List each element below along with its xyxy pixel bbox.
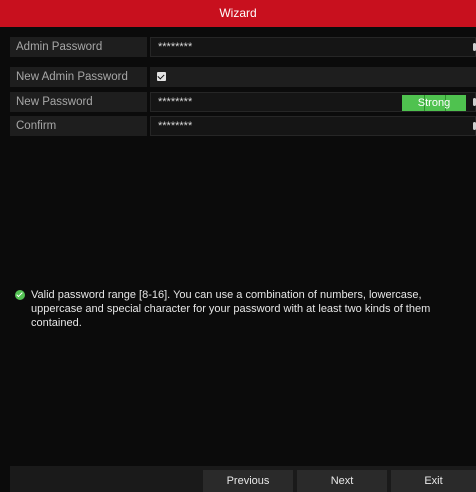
password-hint-text: Valid password range [8-16]. You can use… (31, 289, 431, 329)
new-password-label: New Password (10, 92, 147, 112)
new-admin-password-label: New Admin Password (10, 67, 147, 87)
confirm-label: Confirm (10, 116, 147, 136)
password-hint: Valid password range [8-16]. You can use… (15, 288, 465, 330)
new-admin-password-checkbox[interactable] (157, 72, 166, 81)
admin-password-label: Admin Password (10, 37, 147, 57)
new-admin-password-row: New Admin Password (10, 67, 476, 87)
wizard-window: Wizard Admin Password ******** New Admin… (0, 0, 476, 492)
next-button[interactable]: Next (297, 470, 387, 492)
check-circle-icon (15, 290, 25, 300)
confirm-password-field[interactable]: ******** (150, 116, 476, 136)
strength-label: Strong (417, 97, 451, 109)
new-admin-password-value-area (150, 67, 476, 87)
admin-password-field[interactable]: ******** (150, 37, 476, 57)
new-password-row: New Password ******** Strong (10, 92, 476, 112)
admin-password-row: Admin Password ******** (10, 37, 476, 57)
previous-button[interactable]: Previous (203, 470, 293, 492)
confirm-row: Confirm ******** (10, 116, 476, 136)
exit-button[interactable]: Exit (391, 470, 476, 492)
password-strength-meter: Strong (402, 95, 466, 111)
window-title: Wizard (0, 0, 476, 27)
